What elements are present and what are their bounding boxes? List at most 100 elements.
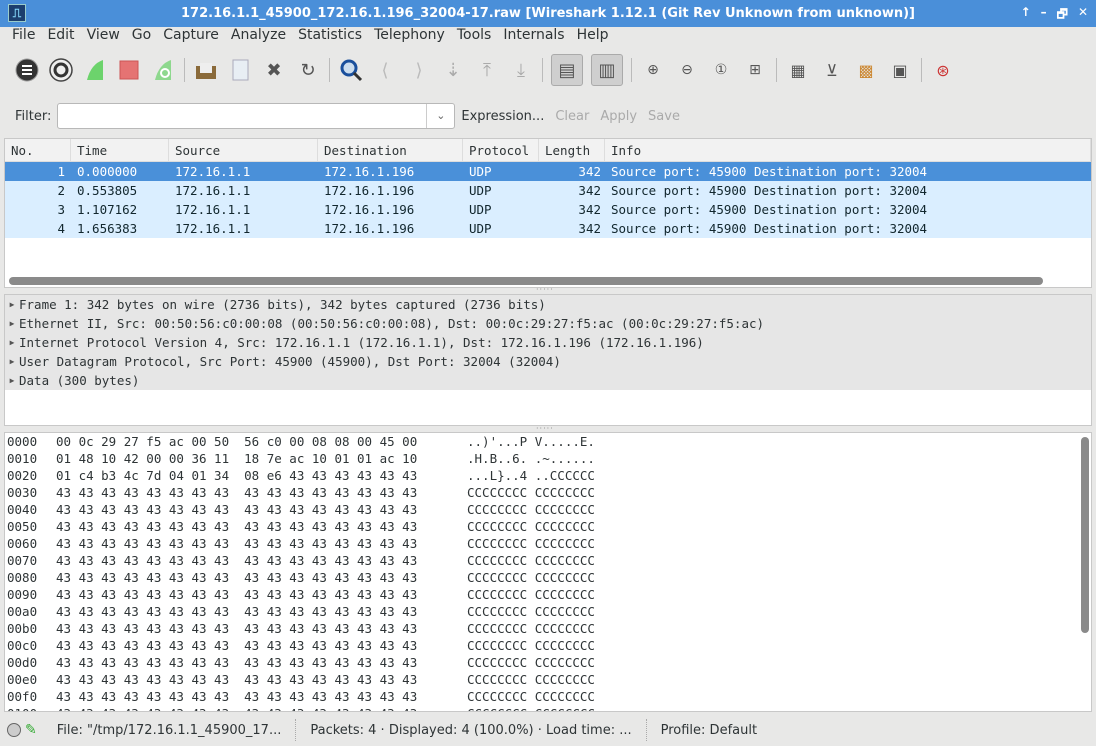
- column-header-no[interactable]: No.: [5, 139, 71, 161]
- stop-capture-icon[interactable]: [116, 57, 142, 83]
- chevron-down-icon[interactable]: ⌄: [426, 104, 454, 128]
- menu-file[interactable]: File: [6, 27, 41, 47]
- minimize-button[interactable]: –: [1041, 5, 1047, 26]
- table-row[interactable]: 2 0.553805 172.16.1.1 172.16.1.196 UDP 342 Sou…: [5, 181, 1091, 200]
- close-file-icon[interactable]: ✖: [261, 57, 287, 83]
- splitter-handle[interactable]: ·····: [536, 285, 554, 294]
- menu-internals[interactable]: Internals: [497, 27, 570, 47]
- go-forward-icon[interactable]: ⟩: [406, 57, 432, 83]
- expand-arrow-icon[interactable]: ▶: [5, 333, 19, 352]
- expand-arrow-icon[interactable]: ▶: [5, 352, 19, 371]
- tree-item[interactable]: ▶ Ethernet II, Src: 00:50:56:c0:00:08 (00…: [5, 314, 1091, 333]
- save-file-icon[interactable]: [227, 57, 253, 83]
- hex-row: 00e0 43 43 43 43 43 43 43 43 43 43 43 43 …: [5, 671, 1091, 688]
- hex-row: 0080 43 43 43 43 43 43 43 43 43 43 43 43 …: [5, 569, 1091, 586]
- options-gear-icon[interactable]: [48, 57, 74, 83]
- reload-icon[interactable]: ↻: [295, 57, 321, 83]
- hex-offset: 00f0: [7, 689, 38, 704]
- hex-ascii: ..)'...P V.....E.: [467, 434, 595, 449]
- zoom-out-icon[interactable]: ⊖: [674, 57, 700, 83]
- hex-row: 0000 00 0c 29 27 f5 ac 00 50 56 c0 00 08 …: [5, 433, 1091, 450]
- go-first-icon[interactable]: ⤒: [474, 57, 500, 83]
- close-button[interactable]: ✕: [1078, 5, 1088, 26]
- auto-scroll-icon[interactable]: ▥: [591, 54, 623, 86]
- table-row[interactable]: 4 1.656383 172.16.1.1 172.16.1.196 UDP 342 Sou…: [5, 219, 1091, 238]
- horizontal-scrollbar[interactable]: [9, 277, 1043, 285]
- tree-item-label: Frame 1: 342 bytes on wire (2736 bits), …: [19, 297, 546, 312]
- menu-statistics[interactable]: Statistics: [292, 27, 368, 47]
- menu-help[interactable]: Help: [571, 27, 615, 47]
- menu-telephony[interactable]: Telephony: [368, 27, 451, 47]
- cell-time: 0.000000: [77, 164, 138, 179]
- menu-capture[interactable]: Capture: [157, 27, 225, 47]
- cell-protocol: UDP: [469, 221, 492, 236]
- hex-bytes: 43 43 43 43 43 43 43 43 43 43 43 43 43 4…: [56, 536, 418, 551]
- status-profile[interactable]: Profile: Default: [661, 723, 757, 738]
- window-title: 172.16.1.1_45900_172.16.1.196_32004-17.r…: [181, 6, 915, 21]
- filter-bar: Filter: ⌄ Expression... Clear Apply Save: [0, 102, 1096, 130]
- hex-row: 0070 43 43 43 43 43 43 43 43 43 43 43 43 …: [5, 552, 1091, 569]
- toolbar-separator: [184, 58, 185, 82]
- hex-row: 00b0 43 43 43 43 43 43 43 43 43 43 43 43 …: [5, 620, 1091, 637]
- hex-row: 0020 01 c4 b3 4c 7d 04 01 34 08 e6 43 43 …: [5, 467, 1091, 484]
- cell-length: 342: [578, 164, 601, 179]
- menu-analyze[interactable]: Analyze: [225, 27, 292, 47]
- table-row[interactable]: 1 0.000000 172.16.1.1 172.16.1.196 UDP 342 Sou…: [5, 162, 1091, 181]
- column-header-destination[interactable]: Destination: [318, 139, 463, 161]
- expand-arrow-icon[interactable]: ▶: [5, 295, 19, 314]
- column-header-source[interactable]: Source: [169, 139, 318, 161]
- normal-size-icon[interactable]: ①: [708, 57, 734, 83]
- menu-view[interactable]: View: [81, 27, 126, 47]
- start-capture-icon[interactable]: [82, 57, 108, 83]
- help-icon[interactable]: ⊛: [930, 57, 956, 83]
- tree-item-label: User Datagram Protocol, Src Port: 45900 …: [19, 354, 561, 369]
- tree-item[interactable]: ▶ Frame 1: 342 bytes on wire (2736 bits),…: [5, 295, 1091, 314]
- colorize-icon[interactable]: ▤: [551, 54, 583, 86]
- go-to-packet-icon[interactable]: ⇣: [440, 57, 466, 83]
- hex-row: 0040 43 43 43 43 43 43 43 43 43 43 43 43 …: [5, 501, 1091, 518]
- cell-protocol: UDP: [469, 183, 492, 198]
- hex-offset: 00c0: [7, 638, 38, 653]
- capture-filters-icon[interactable]: ▦: [785, 57, 811, 83]
- status-file: File: "/tmp/172.16.1.1_45900_17...: [56, 722, 282, 738]
- menu-edit[interactable]: Edit: [41, 27, 80, 47]
- cell-no: 2: [57, 183, 65, 198]
- expert-info-icon[interactable]: [7, 723, 21, 737]
- zoom-in-icon[interactable]: ⊕: [640, 57, 666, 83]
- vertical-scrollbar[interactable]: [1081, 437, 1089, 633]
- hex-offset: 0080: [7, 570, 38, 585]
- filter-input[interactable]: ⌄: [57, 103, 456, 129]
- keep-above-button[interactable]: ↑: [1021, 5, 1031, 26]
- column-header-protocol[interactable]: Protocol: [463, 139, 539, 161]
- go-back-icon[interactable]: ⟨: [372, 57, 398, 83]
- clear-button[interactable]: Clear: [555, 109, 589, 124]
- preferences-icon[interactable]: ▣: [887, 57, 913, 83]
- tree-item[interactable]: ▶ Data (300 bytes): [5, 371, 1091, 390]
- save-button[interactable]: Save: [648, 109, 680, 124]
- tree-item[interactable]: ▶ Internet Protocol Version 4, Src: 172.1…: [5, 333, 1091, 352]
- edit-comment-icon[interactable]: ✎: [25, 722, 37, 738]
- apply-button[interactable]: Apply: [600, 109, 637, 124]
- resize-columns-icon[interactable]: ⊞: [742, 57, 768, 83]
- find-packet-icon[interactable]: [338, 57, 364, 83]
- expand-arrow-icon[interactable]: ▶: [5, 314, 19, 333]
- column-header-time[interactable]: Time: [71, 139, 169, 161]
- menu-tools[interactable]: Tools: [451, 27, 498, 47]
- column-header-length[interactable]: Length: [539, 139, 605, 161]
- interfaces-icon[interactable]: [14, 57, 40, 83]
- open-file-icon[interactable]: [193, 57, 219, 83]
- restart-capture-icon[interactable]: [150, 57, 176, 83]
- column-header-info[interactable]: Info: [605, 139, 1091, 161]
- go-last-icon[interactable]: ⤓: [508, 57, 534, 83]
- tree-item[interactable]: ▶ User Datagram Protocol, Src Port: 45900…: [5, 352, 1091, 371]
- display-filters-icon[interactable]: ⊻: [819, 57, 845, 83]
- maximize-button[interactable]: 🗗: [1057, 5, 1068, 26]
- hex-bytes: 43 43 43 43 43 43 43 43 43 43 43 43 43 4…: [56, 621, 418, 636]
- menu-go[interactable]: Go: [126, 27, 157, 47]
- expression-button[interactable]: Expression...: [461, 109, 544, 124]
- expand-arrow-icon[interactable]: ▶: [5, 371, 19, 390]
- cell-destination: 172.16.1.196: [324, 202, 415, 217]
- table-row[interactable]: 3 1.107162 172.16.1.1 172.16.1.196 UDP 342 Sou…: [5, 200, 1091, 219]
- hex-bytes: 43 43 43 43 43 43 43 43 43 43 43 43 43 4…: [56, 587, 418, 602]
- coloring-rules-icon[interactable]: ▩: [853, 57, 879, 83]
